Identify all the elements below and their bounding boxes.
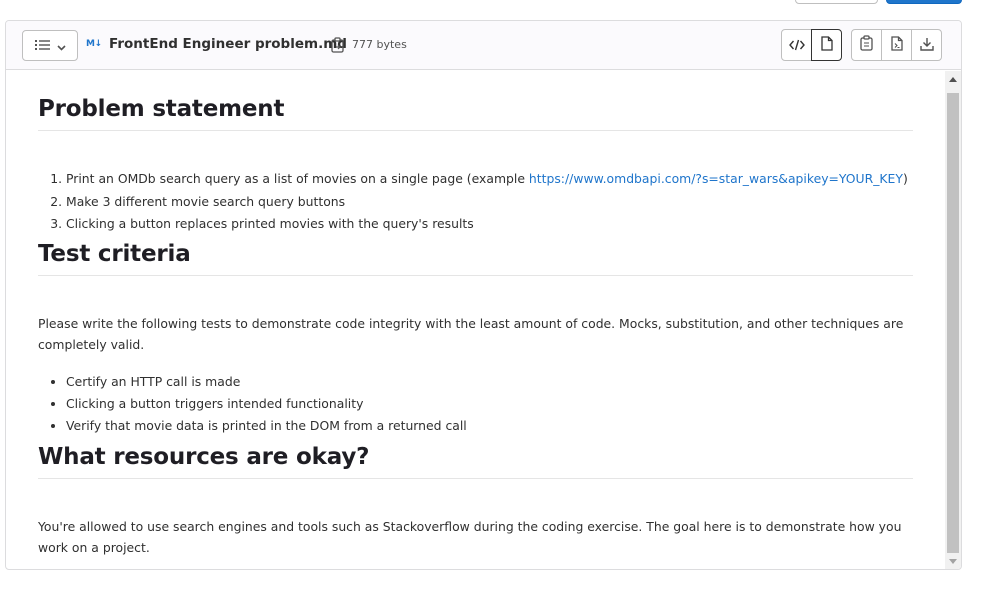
resources-paragraph: You're allowed to use search engines and… — [38, 519, 902, 555]
code-icon — [788, 36, 805, 55]
viewer-toggle-group — [781, 29, 842, 61]
list-item: Print an OMDb search query as a list of … — [66, 168, 918, 191]
document-icon — [820, 35, 833, 55]
vertical-scrollbar[interactable] — [945, 71, 961, 569]
file-code-icon — [890, 35, 903, 55]
resources-heading: What resources are okay? — [38, 444, 913, 479]
problem-statement-heading: Problem statement — [38, 96, 913, 131]
file-title: FrontEnd Engineer problem.md — [109, 36, 347, 52]
list-item: Certify an HTTP call is made — [66, 371, 918, 393]
list-item: Clicking a button replaces printed movie… — [66, 213, 918, 236]
list-item: Verify that movie data is printed in the… — [66, 415, 918, 437]
file-tree-toggle-button[interactable] — [22, 30, 78, 61]
scroll-up-arrow-icon[interactable] — [945, 71, 961, 87]
test-criteria-list: Certify an HTTP call is made Clicking a … — [38, 371, 918, 437]
scrollbar-thumb[interactable] — [947, 93, 959, 553]
list-item: Clicking a button triggers intended func… — [66, 393, 918, 415]
download-icon — [919, 36, 934, 55]
file-holder: M↓ FrontEnd Engineer problem.md 777 byte… — [5, 20, 962, 570]
omdb-example-link[interactable]: https://www.omdbapi.com/?s=star_wars&api… — [529, 171, 903, 186]
primary-action-button[interactable] — [886, 0, 962, 4]
markdown-content: Problem statement Print an OMDb search q… — [6, 71, 945, 569]
file-actions-group — [851, 29, 942, 61]
source-view-button[interactable] — [781, 29, 812, 61]
chevron-down-icon — [56, 36, 66, 55]
list-icon — [34, 36, 51, 55]
rich-view-button[interactable] — [811, 29, 842, 61]
download-button[interactable] — [911, 29, 942, 61]
test-criteria-paragraph: Please write the following tests to demo… — [38, 316, 904, 352]
scroll-down-arrow-icon[interactable] — [945, 553, 961, 569]
file-header: M↓ FrontEnd Engineer problem.md 777 byte… — [6, 21, 961, 70]
copy-contents-icon — [860, 35, 873, 55]
open-raw-button[interactable] — [881, 29, 912, 61]
problem-list: Print an OMDb search query as a list of … — [38, 168, 918, 236]
markdown-file-icon: M↓ — [86, 39, 102, 49]
file-size: 777 bytes — [352, 38, 407, 51]
list-item: Make 3 different movie search query butt… — [66, 191, 918, 214]
test-criteria-heading: Test criteria — [38, 241, 913, 276]
copy-contents-button[interactable] — [851, 29, 882, 61]
copy-to-clipboard-icon[interactable] — [329, 36, 345, 54]
secondary-action-button[interactable] — [795, 0, 878, 4]
